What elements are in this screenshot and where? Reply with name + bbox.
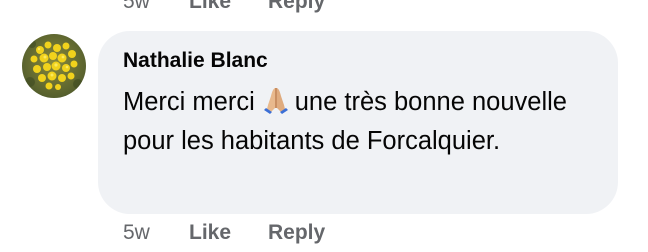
like-button[interactable]: Like bbox=[189, 221, 268, 245]
comment-author-name[interactable]: Nathalie Blanc bbox=[123, 49, 268, 73]
like-button[interactable]: Like bbox=[189, 0, 268, 14]
comment-timestamp[interactable]: 5w bbox=[123, 221, 189, 245]
avatar-image bbox=[22, 34, 86, 98]
avatar[interactable] bbox=[22, 34, 86, 98]
folded-hands-icon bbox=[261, 85, 291, 115]
comment-text: Merci merci une très bonne nouvelle pour… bbox=[123, 83, 593, 161]
comment-actions: 5w Like Reply bbox=[123, 221, 325, 245]
comment-text-start: Merci merci bbox=[123, 88, 255, 116]
comment-bubble: Nathalie Blanc Merci merci une très bonn… bbox=[98, 31, 618, 214]
comment-timestamp[interactable]: 5w bbox=[123, 0, 189, 14]
reply-button[interactable]: Reply bbox=[268, 0, 325, 14]
previous-comment-actions: 5w Like Reply bbox=[123, 0, 325, 14]
reply-button[interactable]: Reply bbox=[268, 221, 325, 245]
